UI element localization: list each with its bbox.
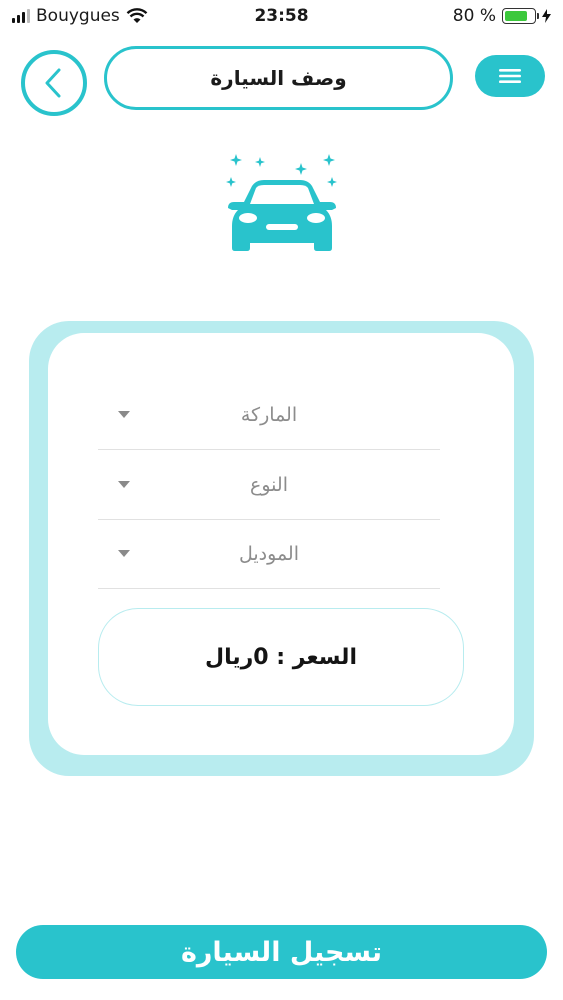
charging-bolt-icon bbox=[542, 9, 551, 23]
type-select-label: النوع bbox=[250, 474, 288, 496]
register-car-button-label: تسجيل السيارة bbox=[180, 936, 383, 968]
price-text: السعر : 0ريال bbox=[204, 644, 357, 670]
page-title: وصف السيارة bbox=[104, 46, 453, 110]
menu-button[interactable] bbox=[475, 55, 545, 97]
car-wash-sparkle-icon bbox=[226, 154, 337, 251]
brand-select-label: الماركة bbox=[240, 404, 298, 426]
status-right: 80 % bbox=[453, 6, 551, 26]
price-display: السعر : 0ريال bbox=[98, 608, 464, 706]
battery-icon bbox=[502, 8, 539, 24]
dropdown-caret-icon bbox=[118, 481, 130, 488]
chevron-left-icon bbox=[45, 68, 61, 98]
back-button[interactable] bbox=[21, 50, 87, 116]
model-select[interactable]: الموديل bbox=[98, 520, 440, 589]
status-bar: Bouygues 23:58 80 % bbox=[0, 0, 563, 32]
model-select-label: الموديل bbox=[238, 543, 299, 565]
brand-select[interactable]: الماركة bbox=[98, 381, 440, 450]
type-select[interactable]: النوع bbox=[98, 451, 440, 520]
battery-percent: 80 % bbox=[452, 6, 496, 26]
dropdown-caret-icon bbox=[118, 411, 130, 418]
dropdown-caret-icon bbox=[118, 550, 130, 557]
register-car-button[interactable]: تسجيل السيارة bbox=[16, 925, 547, 979]
hamburger-menu-icon bbox=[499, 69, 521, 83]
